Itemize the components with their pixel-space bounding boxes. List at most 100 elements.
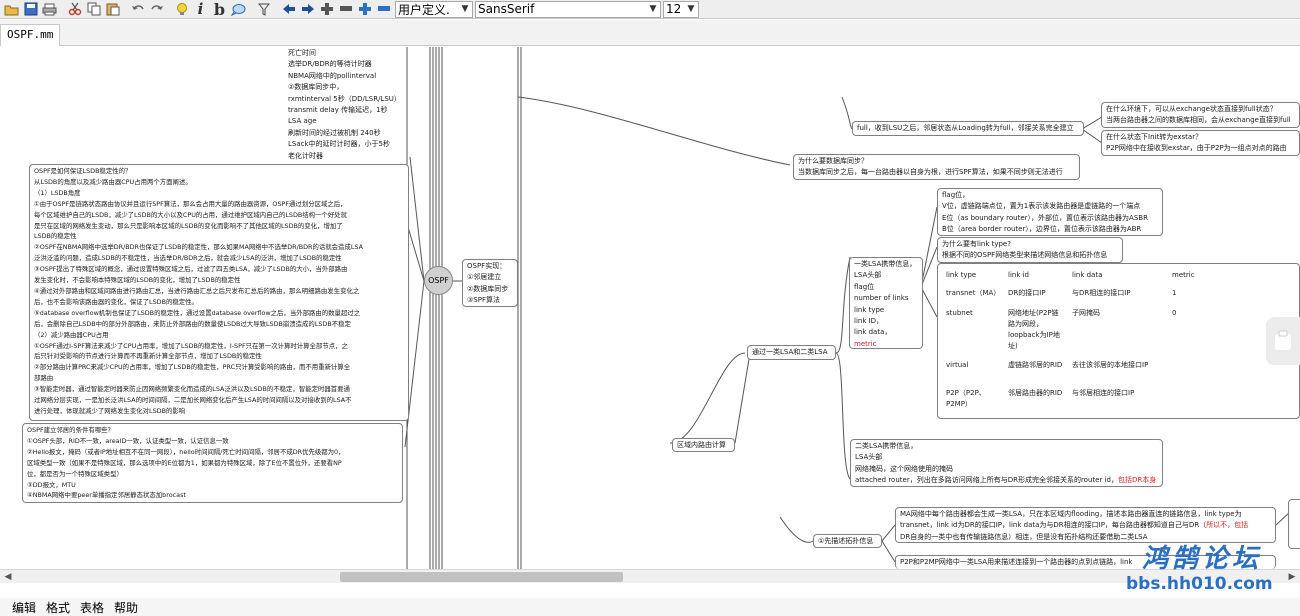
watermark-title: 鸿鹄论坛 <box>1142 544 1263 574</box>
lsdb-line: ①由于OSPF是链路状态路由协议并且运行SPF算法，那么会占用大量的路由器资源，… <box>34 199 347 208</box>
menu-help[interactable]: 帮助 <box>114 599 138 616</box>
flag-bits-node[interactable]: flag位， V位，虚链路端点位，置为1表示该发路由器是虚链路的一个端点 E位（… <box>937 188 1163 236</box>
flag-line: E位（as boundary router），外部位，置位表示该路由器为ASBR <box>942 213 1148 222</box>
exchange-question-node[interactable]: 在什么环境下，可以从exchange状态直接到full状态？ 当两台路由器之间的… <box>1101 102 1300 128</box>
font-family-select[interactable]: SansSerif ▼ <box>475 0 661 18</box>
zoom-out-icon[interactable] <box>374 0 393 18</box>
ospf-features-node[interactable]: OSPF实现： ①邻居建立 ②数据库同步 ③SPF算法 <box>462 259 518 307</box>
chevron-down-icon: ▼ <box>461 4 469 14</box>
timers-line: 选举DR/BDR的等待计时器 <box>288 60 372 69</box>
ma-line: MA网络中每个路由器都会生成一类LSA，只在本区域内flooding，描述本路由… <box>900 510 1242 518</box>
features-line: ③SPF算法 <box>467 296 500 305</box>
link-table-header: link data <box>1072 271 1103 279</box>
lsdb-line: 后，会删除自己LSDB中的部分外部路由，来防止外部路由的数量使LSDB过大导致L… <box>34 319 351 328</box>
neighbor-line: 位，都是否为一个特殊区域类型） <box>27 469 123 478</box>
lsdb-stability-node[interactable]: OSPF是如何保证LSDB稳定性的？ 从LSDB的角度以及减少路由器CPU占用两… <box>29 164 409 421</box>
timers-node[interactable]: 死亡时间 选举DR/BDR的等待计时器 NBMA网络中的pollinterval… <box>284 47 410 164</box>
save-icon[interactable] <box>21 0 40 18</box>
redo-icon[interactable] <box>147 0 166 18</box>
intra-area-text: 区域内路由计算 <box>677 441 726 449</box>
font-size-select[interactable]: 12 ▼ <box>663 0 699 18</box>
why-sync-node[interactable]: 为什么要数据库同步？ 当数据库同步之后，每一台路由器以自身为根，进行SPF算法，… <box>793 154 1080 180</box>
copy-icon[interactable] <box>84 0 103 18</box>
ma-red-text: 所以不，包括 <box>1206 521 1249 530</box>
lsdb-line: ①OSPF通过I-SPF算法来减少了CPU占用率，增加了LSDB的稳定性，I-S… <box>34 341 348 350</box>
intra-area-node[interactable]: 区域内路由计算 <box>672 438 735 452</box>
style-select-value: 用户定义. <box>398 2 450 17</box>
neighbor-line: ②Hello报文，掩码（或者IP地址相互不在同一网段），hello时间间隔/死亡… <box>27 447 345 456</box>
exstart-question-node[interactable]: 在什么状态下Init转为exstar？ P2P网络中在接收到exstar，由于P… <box>1101 130 1300 156</box>
neighbor-conditions-node[interactable]: OSPF建立邻居的条件有哪些？ ①OSPF头部，RID不一致，areaID一致，… <box>22 423 403 503</box>
add-node-icon[interactable] <box>317 0 336 18</box>
why-sync-line: 当数据库同步之后，每一台路由器以自身为根，进行SPF算法，如果不同步则无法进行 <box>798 168 1063 177</box>
menu-format[interactable]: 格式 <box>46 599 70 616</box>
lsa-1-2-node[interactable]: 通过一类LSA和二类LSA <box>747 345 836 360</box>
tab-ospf-mm[interactable]: OSPF.mm <box>0 24 61 46</box>
topology-desc-node[interactable]: ①先描述拓扑信息 <box>813 534 882 548</box>
idea-bulb-icon[interactable] <box>172 0 191 18</box>
font-family-value: SansSerif <box>478 2 535 16</box>
menu-table[interactable]: 表格 <box>80 599 104 616</box>
features-line: OSPF实现： <box>467 262 507 270</box>
link-table-cell: 0 <box>1172 309 1177 317</box>
link-table-cell: 1 <box>1172 289 1177 297</box>
paste-icon[interactable] <box>103 0 122 18</box>
link-table-cell: 与邻居相连的接口IP <box>1072 389 1135 397</box>
menu-edit[interactable]: 编辑 <box>12 599 36 616</box>
link-table-cell: P2P（P2P、P2MP） <box>946 389 986 408</box>
lsa1-line: 一类LSA携带信息， <box>854 260 917 268</box>
menu-bar: 编辑 格式 表格 帮助 <box>0 598 1300 616</box>
speech-bubble-icon[interactable] <box>229 0 248 18</box>
lsa2-red-text: 包括DR本身 <box>1117 476 1157 485</box>
exstart-line: 在什么状态下Init转为exstar？ <box>1106 133 1203 141</box>
lsdb-line: 发生变化时，不会影响本特殊区域的LSDB的变化，增加了LSDB的稳定性 <box>34 276 241 285</box>
lsdb-line: ②部分路由计算PRC来减少CPU的占用率，增加了LSDB的稳定性，PRC只计算受… <box>34 363 351 372</box>
cut-icon[interactable] <box>65 0 84 18</box>
scroll-left-icon[interactable]: ◀ <box>2 571 14 583</box>
link-table-cell: 虚链路邻居的RID <box>1008 361 1063 369</box>
remove-node-icon[interactable] <box>336 0 355 18</box>
link-table-cell: 与DR相连的接口IP <box>1072 289 1131 297</box>
lsa2-line: 二类LSA携带信息， <box>855 442 918 450</box>
timers-line: NBMA网络中的pollinterval <box>288 71 377 80</box>
why-link-type-node[interactable]: 为什么要有link type? 根据不同的OSPF网络类型来描述网络信息和拓扑信… <box>937 237 1123 263</box>
zoom-in-icon[interactable] <box>355 0 374 18</box>
horizontal-scrollbar[interactable]: ◀ ▶ <box>0 569 1300 583</box>
filter-icon[interactable] <box>254 0 273 18</box>
lsdb-line: OSPF是如何保证LSDB稳定性的？ <box>34 167 132 175</box>
full-state-text: full，收到LSU之后，邻居状态从Loading转为full，邻接关系完全建立 <box>857 124 1074 132</box>
link-type-line: 为什么要有link type? <box>942 240 1011 248</box>
side-panel-button[interactable] <box>1266 317 1300 365</box>
central-node-label: OSPF <box>428 276 449 285</box>
lsdb-line: （2）减少路由器CPU占用 <box>34 330 109 339</box>
style-select[interactable]: 用户定义. ▼ <box>395 0 473 18</box>
scrollbar-thumb[interactable] <box>340 572 623 582</box>
central-node-ospf[interactable]: OSPF <box>424 266 453 295</box>
print-icon[interactable] <box>40 0 59 18</box>
lsa2-node[interactable]: 二类LSA携带信息， LSA头部 网络掩码，这个网络使用的掩码 attached… <box>850 439 1163 487</box>
lsa1-line: LSA头部 <box>854 271 882 280</box>
lsdb-line: 从LSDB的角度以及减少路由器CPU占用两个方面阐述。 <box>34 177 192 186</box>
ma-text: transnet，link id为DR的接口IP，link data为与DR相连… <box>900 521 1207 530</box>
timers-line: 死亡时间 <box>288 49 316 57</box>
full-state-node[interactable]: full，收到LSU之后，邻居状态从Loading转为full，邻接关系完全建立 <box>852 121 1084 136</box>
link-table-node[interactable]: link type link id link data metric trans… <box>937 263 1300 419</box>
arrow-left-icon[interactable] <box>279 0 298 18</box>
italic-button[interactable]: i <box>191 0 210 18</box>
ma-line: transnet，link id为DR的接口IP，link data为与DR相连… <box>900 520 1271 531</box>
lsdb-line: LSDB的稳定性 <box>34 232 77 241</box>
lsa2-line: attached router，列出在多路访问网络上所有与DR形成完全邻接关系的… <box>855 475 1158 486</box>
chevron-down-icon: ▼ <box>687 4 695 14</box>
toolbar: i b 用户定义. ▼ SansSerif ▼ 12 ▼ <box>0 0 1300 19</box>
bold-button[interactable]: b <box>210 0 229 19</box>
mindmap-canvas[interactable]: 死亡时间 选举DR/BDR的等待计时器 NBMA网络中的pollinterval… <box>0 47 1300 569</box>
lsa1-fields-node[interactable]: 一类LSA携带信息， LSA头部 flag位 number of links l… <box>849 257 923 349</box>
open-folder-icon[interactable] <box>2 0 21 18</box>
mindmap-app: i b 用户定义. ▼ SansSerif ▼ 12 ▼ OSPF.mm 死亡时… <box>0 0 1300 616</box>
lsdb-line: 后，也不会影响该路由器的变化，保证了LSDB的稳定性。 <box>34 297 198 306</box>
link-table-cell: DR的接口IP <box>1008 289 1046 297</box>
arrow-right-icon[interactable] <box>298 0 317 18</box>
lsdb-line: （1）LSDB角度 <box>34 188 81 197</box>
undo-icon[interactable] <box>128 0 147 18</box>
lsa1-line: link ID， <box>854 317 884 326</box>
